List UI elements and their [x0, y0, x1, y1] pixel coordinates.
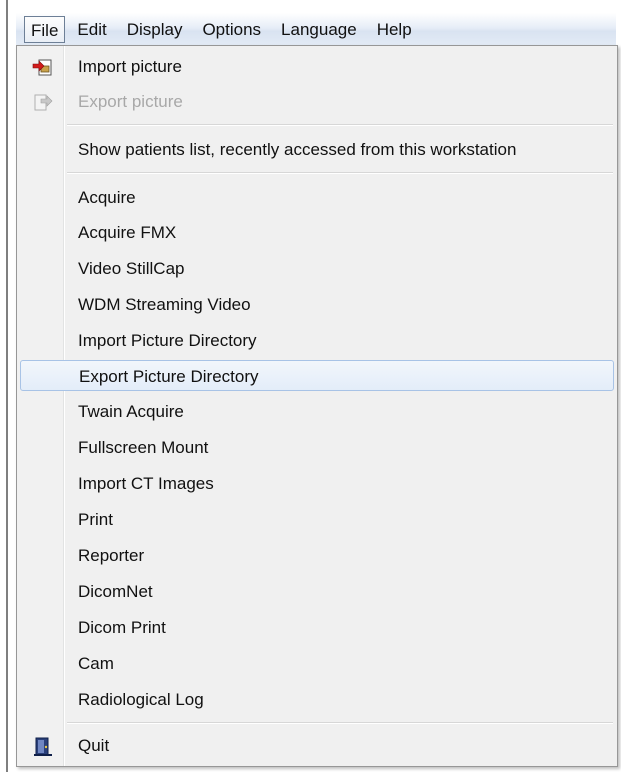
file-menu-dropdown: Import picture Export picture Show patie…: [16, 45, 618, 767]
menu-item-video-stillcap[interactable]: Video StillCap: [20, 253, 614, 284]
menu-bar: File Edit Display Options Language Help: [16, 13, 616, 47]
menu-item-label: Import CT Images: [78, 474, 214, 493]
window-left-edge: [6, 0, 8, 772]
menu-item-label: Import picture: [78, 57, 182, 76]
quit-icon: [32, 735, 54, 757]
menu-item-dicomnet[interactable]: DicomNet: [20, 576, 614, 607]
menu-item-label: Quit: [78, 736, 110, 755]
menu-item-label: DicomNet: [78, 582, 153, 601]
menu-item-acquire[interactable]: Acquire: [20, 182, 614, 213]
menu-options[interactable]: Options: [194, 16, 269, 43]
menu-item-show-patients-list[interactable]: Show patients list, recently accessed fr…: [20, 134, 614, 165]
menu-item-label: Fullscreen Mount: [78, 438, 209, 457]
menu-item-label: Export picture: [78, 92, 183, 111]
menu-item-print[interactable]: Print: [20, 504, 614, 535]
menu-item-export-picture-directory[interactable]: Export Picture Directory: [20, 360, 614, 391]
menu-item-reporter[interactable]: Reporter: [20, 540, 614, 571]
menu-item-import-picture[interactable]: Import picture: [20, 51, 614, 82]
menu-item-label: Import Picture Directory: [78, 331, 257, 350]
menu-item-label: Twain Acquire: [78, 402, 184, 421]
menu-item-twain-acquire[interactable]: Twain Acquire: [20, 396, 614, 427]
export-picture-icon: [32, 91, 54, 113]
menu-language[interactable]: Language: [273, 16, 365, 43]
menu-item-quit[interactable]: Quit: [20, 730, 614, 761]
menu-item-label: Dicom Print: [78, 618, 166, 637]
menu-item-dicom-print[interactable]: Dicom Print: [20, 612, 614, 643]
menu-item-import-picture-directory[interactable]: Import Picture Directory: [20, 325, 614, 356]
menu-item-radiological-log[interactable]: Radiological Log: [20, 684, 614, 715]
menu-separator: [67, 722, 613, 724]
menu-separator: [67, 124, 613, 126]
menu-item-cam[interactable]: Cam: [20, 648, 614, 679]
menu-item-label: Video StillCap: [78, 259, 185, 278]
menu-item-label: Export Picture Directory: [79, 367, 259, 386]
menu-item-fullscreen-mount[interactable]: Fullscreen Mount: [20, 432, 614, 463]
menu-item-wdm-streaming-video[interactable]: WDM Streaming Video: [20, 289, 614, 320]
import-picture-icon: [32, 56, 54, 78]
menu-help[interactable]: Help: [369, 16, 420, 43]
menu-display[interactable]: Display: [119, 16, 191, 43]
menu-item-label: WDM Streaming Video: [78, 295, 251, 314]
menu-item-import-ct-images[interactable]: Import CT Images: [20, 468, 614, 499]
menu-item-export-picture[interactable]: Export picture: [20, 86, 614, 117]
menu-item-label: Show patients list, recently accessed fr…: [78, 140, 517, 159]
menu-item-label: Acquire FMX: [78, 223, 177, 242]
menu-item-label: Acquire: [78, 188, 136, 207]
menu-item-label: Reporter: [78, 546, 145, 565]
menu-item-label: Radiological Log: [78, 690, 204, 709]
menu-item-label: Cam: [78, 654, 114, 673]
menu-file[interactable]: File: [24, 16, 66, 43]
menu-item-label: Print: [78, 510, 113, 529]
menu-item-acquire-fmx[interactable]: Acquire FMX: [20, 217, 614, 248]
menu-edit[interactable]: Edit: [69, 16, 114, 43]
menu-separator: [67, 172, 613, 174]
